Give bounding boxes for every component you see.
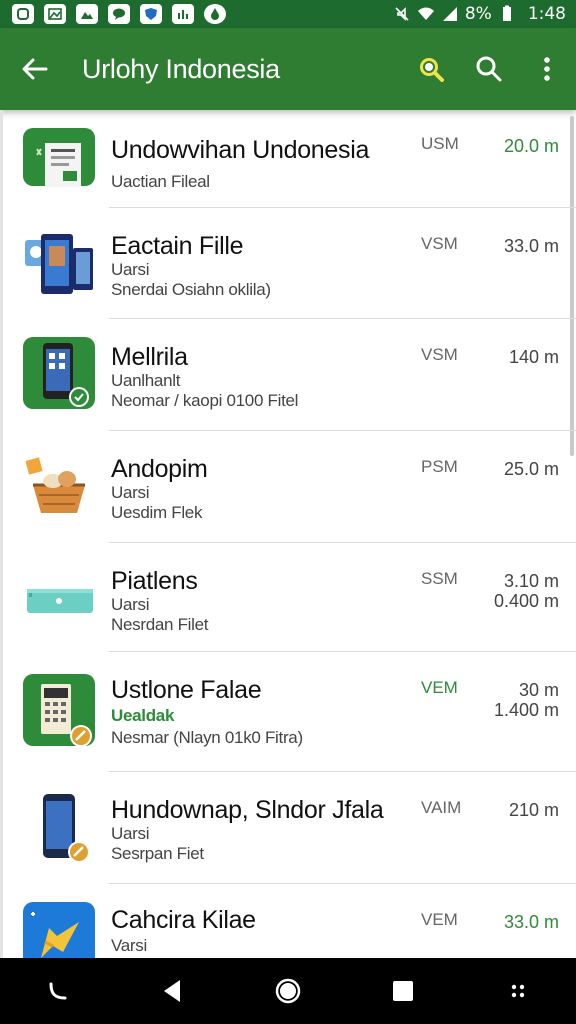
item-subtitle: Uarsi [111, 483, 150, 502]
file-list[interactable]: Undowvihan Undonesia Uactian Fileal USM … [0, 110, 576, 958]
signal-icon [442, 7, 457, 21]
navigation-bar [0, 958, 576, 1024]
item-title: Ustlone Falae [111, 676, 262, 704]
item-detail: Nesrdan Filet [111, 615, 209, 634]
item-title: Andopim [111, 455, 208, 483]
chart-icon [172, 4, 194, 24]
item-size-secondary: 0.400 m [493, 591, 559, 611]
item-size-primary: 3.10 m [503, 571, 559, 591]
item-tag: VEM [421, 678, 458, 697]
item-detail: Snerdai Osiahn oklila) [111, 280, 271, 299]
nav-menu-button[interactable] [488, 961, 548, 1021]
nav-recents-button[interactable] [373, 961, 433, 1021]
assist-button[interactable] [28, 961, 88, 1021]
item-subtitle: Uanlhanlt [111, 371, 181, 390]
notification-icons [12, 4, 226, 24]
mute-icon [395, 7, 409, 21]
item-detail: Nesmar (Nlayn 01k0 Fitra) [111, 728, 303, 747]
assist-icon [49, 982, 67, 1000]
smartphone-icon [23, 792, 95, 864]
item-detail: Uesdim Flek [111, 503, 203, 522]
item-title: Cahcira Kilae [111, 906, 256, 934]
list-item[interactable]: Cahcira Kilae Varsi VEM 33.0 m [3, 884, 576, 958]
item-tag: VEM [421, 910, 458, 929]
more-options-button[interactable] [518, 28, 576, 110]
item-subtitle: Uarsi [111, 824, 150, 843]
battery-percent: 8% [464, 4, 492, 24]
message-icon [12, 4, 34, 24]
item-size: 140 m [508, 347, 559, 367]
item-size: 210 m [508, 800, 559, 820]
item-subtitle: Uactian Fileal [111, 172, 210, 191]
nav-home-button[interactable] [258, 961, 318, 1021]
item-size-secondary: 1.400 m [493, 700, 559, 720]
item-tag: PSM [421, 457, 458, 476]
status-bar: 8% 1:48 [0, 0, 576, 28]
back-triangle-icon [163, 980, 180, 1002]
search-button[interactable] [460, 28, 518, 110]
item-tag: VSM [421, 345, 458, 364]
item-subtitle: Uarsi [111, 260, 150, 279]
list-item[interactable]: Eactain Fille Uarsi Snerdai Osiahn oklil… [3, 208, 576, 319]
magnify-badge-icon [420, 58, 444, 82]
arrow-back-icon [22, 58, 48, 80]
list-item[interactable]: Piatlens Uarsi Nesrdan Filet SSM 3.10 m … [3, 543, 576, 652]
item-tag: VSM [421, 234, 458, 253]
list-item[interactable]: Andopim Uarsi Uesdim Flek PSM 25.0 m [3, 431, 576, 543]
item-title: Undowvihan Undonesia [111, 136, 370, 164]
image-icon [44, 4, 66, 24]
devices-icon [23, 230, 95, 302]
item-detail: Sesrpan Fiet [111, 844, 204, 863]
phone-app-icon [23, 337, 95, 409]
app-bar: Urlohy Indonesia [0, 28, 576, 110]
basket-icon [23, 451, 95, 523]
list-item[interactable]: Mellrila Uanlhanlt Neomar / kaopi 0100 F… [3, 319, 576, 431]
item-title: Mellrila [111, 343, 188, 371]
dots-grid-icon [512, 984, 525, 998]
item-size: 33.0 m [503, 912, 559, 932]
wifi-icon [417, 7, 434, 20]
back-button[interactable] [0, 28, 70, 110]
item-size: 3.10 m 0.400 m [494, 571, 559, 611]
gallery-icon [76, 4, 98, 24]
item-title: Eactain Fille [111, 232, 244, 260]
document-app-icon [23, 128, 95, 187]
battery-icon [502, 5, 511, 21]
item-title: Piatlens [111, 567, 198, 595]
list-item[interactable]: Undowvihan Undonesia Uactian Fileal USM … [3, 110, 576, 208]
nav-back-button[interactable] [143, 961, 203, 1021]
item-size: 25.0 m [503, 459, 559, 479]
shield-icon [140, 4, 162, 24]
item-subtitle: Uarsi [111, 595, 150, 614]
search-icon [476, 56, 502, 82]
item-tag: USM [421, 134, 459, 153]
item-tag: SSM [421, 569, 458, 588]
drop-icon [204, 4, 226, 24]
item-subtitle: Uealdak [111, 706, 175, 725]
item-size-primary: 30 m [518, 680, 559, 700]
system-indicators: 8% 1:48 [393, 4, 566, 24]
item-size: 33.0 m [503, 236, 559, 256]
home-circle-icon [275, 978, 301, 1004]
item-subtitle: Varsi [111, 936, 147, 955]
item-size: 30 m 1.400 m [494, 680, 559, 720]
more-vert-icon [544, 57, 550, 81]
magnify-badge-button[interactable] [402, 28, 460, 110]
list-item[interactable]: Hundownap, Slndor Jfala Uarsi Sesrpan Fi… [3, 772, 576, 884]
rocket-app-icon [23, 902, 95, 958]
recents-square-icon [393, 981, 414, 1001]
item-title: Hundownap, Slndor Jfala [111, 796, 384, 824]
item-detail: Neomar / kaopi 0100 Fitel [111, 391, 299, 410]
calculator-app-icon [23, 674, 95, 746]
list-item[interactable]: Ustlone Falae Uealdak Nesmar (Nlayn 01k0… [3, 652, 576, 772]
item-tag: VAIM [421, 798, 462, 817]
item-size: 20.0 m [503, 136, 559, 156]
tablet-icon [23, 563, 95, 635]
chat-icon [108, 4, 130, 24]
page-title: Urlohy Indonesia [82, 53, 280, 84]
clock: 1:48 [527, 4, 566, 24]
